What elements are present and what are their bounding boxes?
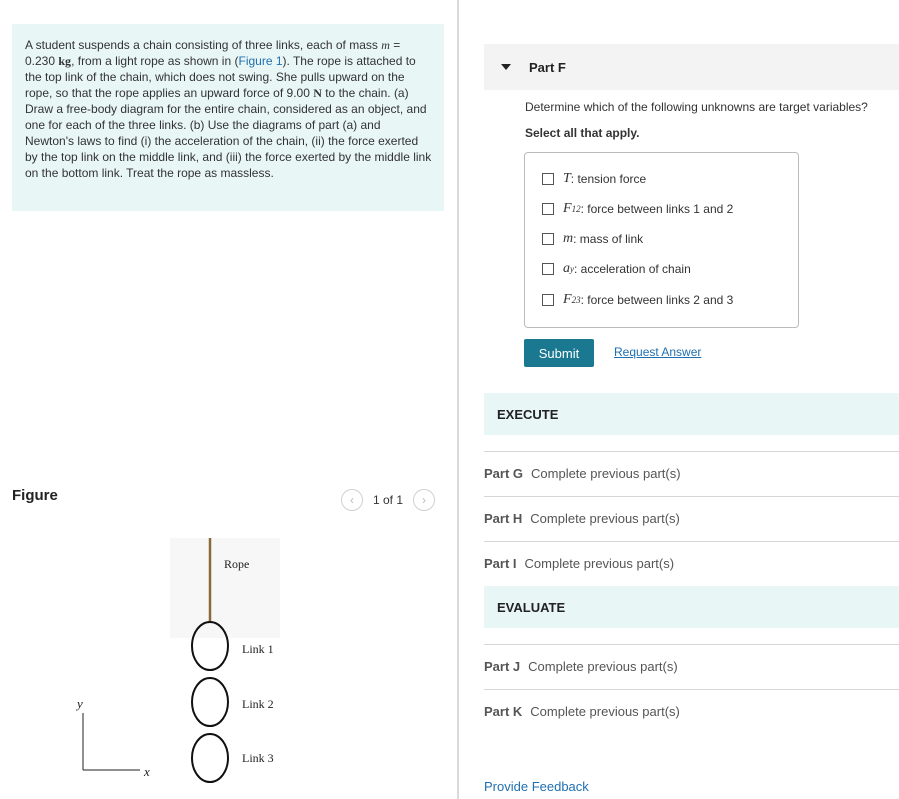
checkbox[interactable] [542,233,554,245]
divider-line [484,451,899,452]
mass-symbol: m [381,38,390,52]
part-i-status: Complete previous part(s) [524,556,675,571]
force-value: 9.00 [286,86,314,100]
option-desc: : mass of link [573,232,644,246]
option-desc: : force between links 2 and 3 [580,293,734,307]
option-desc: : acceleration of chain [574,262,691,276]
figure-pager: ‹ 1 of 1 › [341,489,436,511]
checkbox[interactable] [542,263,554,275]
part-f-question: Determine which of the following unknown… [525,100,868,114]
pager-text: 1 of 1 [373,493,404,507]
option-f23[interactable]: F 23 : force between links 2 and 3 [542,290,733,310]
options-box: T : tension force F 12 : force between li… [524,152,799,328]
option-subscript: 23 [571,295,581,305]
option-symbol: F [563,292,572,307]
link-3-label: Link 3 [242,751,274,765]
option-mass[interactable]: m : mass of link [542,229,643,249]
part-g-row[interactable]: Part G Complete previous part(s) [484,466,681,481]
option-symbol: m [563,231,574,246]
y-axis-label: y [75,696,83,711]
checkbox[interactable] [542,294,554,306]
option-acceleration[interactable]: ay : acceleration of chain [542,259,691,279]
provide-feedback-link[interactable]: Provide Feedback [484,779,589,794]
execute-section: EXECUTE [484,393,899,435]
part-i-label: Part I [484,556,517,571]
rope-label: Rope [224,557,249,571]
chevron-right-icon[interactable]: › [413,489,436,511]
problem-statement: A student suspends a chain consisting of… [12,24,444,211]
part-k-status: Complete previous part(s) [530,704,680,719]
checkbox[interactable] [542,203,554,215]
chevron-left-icon[interactable]: ‹ [341,489,363,511]
part-f-title: Part F [529,59,566,75]
option-desc: : force between links 1 and 2 [580,202,734,216]
part-f-header[interactable]: Part F [484,44,899,90]
checkbox[interactable] [542,173,554,185]
link-2-label: Link 2 [242,697,274,711]
divider-line [484,541,899,542]
part-h-status: Complete previous part(s) [530,511,680,526]
part-h-row[interactable]: Part H Complete previous part(s) [484,511,680,526]
divider-line [484,689,899,690]
option-desc: : tension force [570,172,647,186]
part-i-row[interactable]: Part I Complete previous part(s) [484,556,674,571]
submit-button[interactable]: Submit [524,339,594,367]
option-tension[interactable]: T : tension force [542,169,646,189]
problem-text-1: A student suspends a chain consisting of… [25,38,378,52]
link-2 [191,677,229,727]
part-f-instruction: Select all that apply. [525,126,640,140]
figure-background [170,538,280,638]
option-symbol: a [563,261,570,276]
force-unit: N [313,86,322,100]
problem-text-4: to the chain. (a) Draw a free-body diagr… [25,86,432,180]
figure-link[interactable]: Figure 1 [238,54,282,68]
option-f12[interactable]: F 12 : force between links 1 and 2 [542,199,733,219]
part-g-label: Part G [484,466,524,481]
part-j-label: Part J [484,659,521,674]
chain-figure: Rope Link 1 Link 2 Link 3 y x [75,538,280,783]
column-divider [457,0,459,799]
x-axis-label: x [143,764,150,779]
link-1-label: Link 1 [242,642,274,656]
part-g-status: Complete previous part(s) [531,466,681,481]
part-k-label: Part K [484,704,523,719]
part-k-row[interactable]: Part K Complete previous part(s) [484,704,680,719]
divider-line [484,496,899,497]
caret-down-icon[interactable] [501,64,511,70]
part-j-row[interactable]: Part J Complete previous part(s) [484,659,678,674]
problem-text-2: , from a light rope as shown in ( [71,54,239,68]
request-answer-link[interactable]: Request Answer [614,345,701,359]
divider-line [484,644,899,645]
part-h-label: Part H [484,511,523,526]
figure-title: Figure [12,487,58,504]
evaluate-section: EVALUATE [484,586,899,628]
option-symbol: T [563,171,571,186]
option-symbol: F [563,201,572,216]
option-subscript: 12 [571,204,581,214]
mass-unit: kg [58,54,72,68]
part-j-status: Complete previous part(s) [528,659,678,674]
link-3 [191,733,229,783]
